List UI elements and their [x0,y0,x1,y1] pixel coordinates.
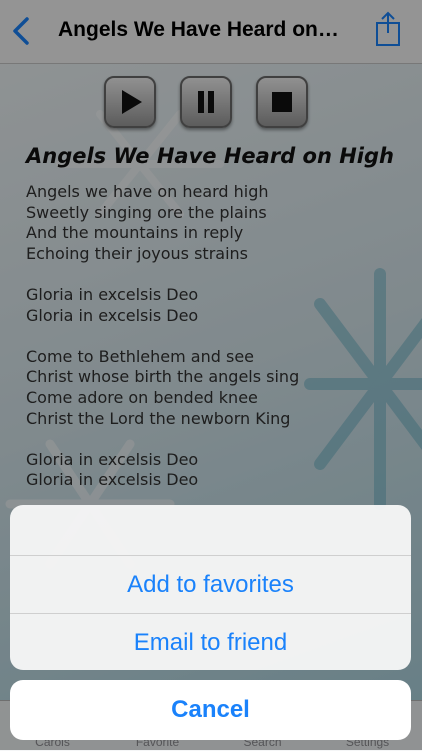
add-to-favorites-button[interactable]: Add to favorites [10,556,411,614]
email-to-friend-button[interactable]: Email to friend [10,614,411,670]
action-sheet: Add to favorites Email to friend [10,505,411,670]
cancel-button[interactable]: Cancel [10,680,411,740]
action-sheet-header [10,505,411,556]
